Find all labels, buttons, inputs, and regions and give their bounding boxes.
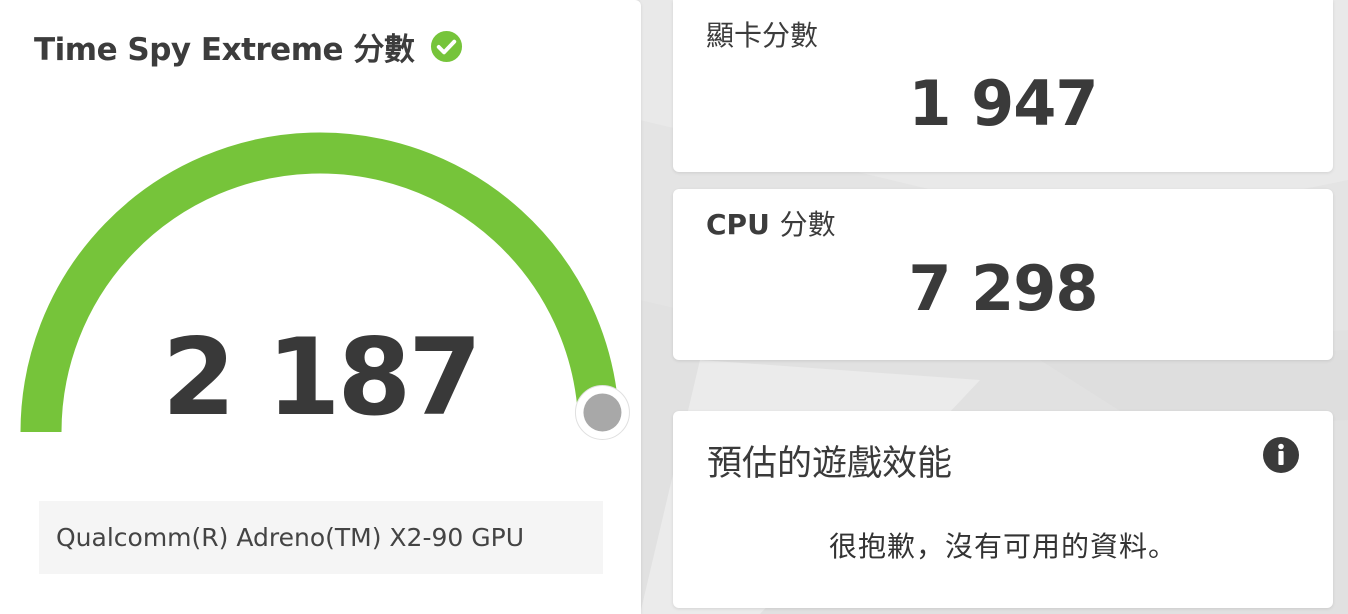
no-data-message: 很抱歉，沒有可用的資料。 [828, 530, 1177, 563]
device-name-box: Qualcomm(R) Adreno(TM) X2-90 GPU [39, 501, 603, 574]
gpu-score-value: 1 947 [908, 67, 1098, 140]
device-name: Qualcomm(R) Adreno(TM) X2-90 GPU [56, 523, 524, 552]
overall-score-value: 2 187 [162, 316, 482, 439]
cpu-score-label: CPU 分數 [706, 203, 836, 243]
estimated-game-performance-title: 預估的遊戲效能 [707, 444, 953, 484]
cpu-label-suffix: 分數 [779, 208, 836, 241]
cpu-label-prefix: CPU [706, 208, 770, 241]
estimated-game-performance-card: 預估的遊戲效能 很抱歉，沒有可用的資料。 [673, 411, 1333, 608]
gpu-score-card: 顯卡分數 1 947 [673, 0, 1333, 172]
cpu-score-card: CPU 分數 7 298 [673, 189, 1333, 360]
gpu-score-label: 顯卡分數 [706, 19, 819, 52]
overall-score-card: Time Spy Extreme 分數 2 187 Qualcomm(R) Ad… [0, 0, 641, 614]
cpu-score-value: 7 298 [908, 252, 1098, 325]
info-icon[interactable] [1262, 436, 1300, 474]
